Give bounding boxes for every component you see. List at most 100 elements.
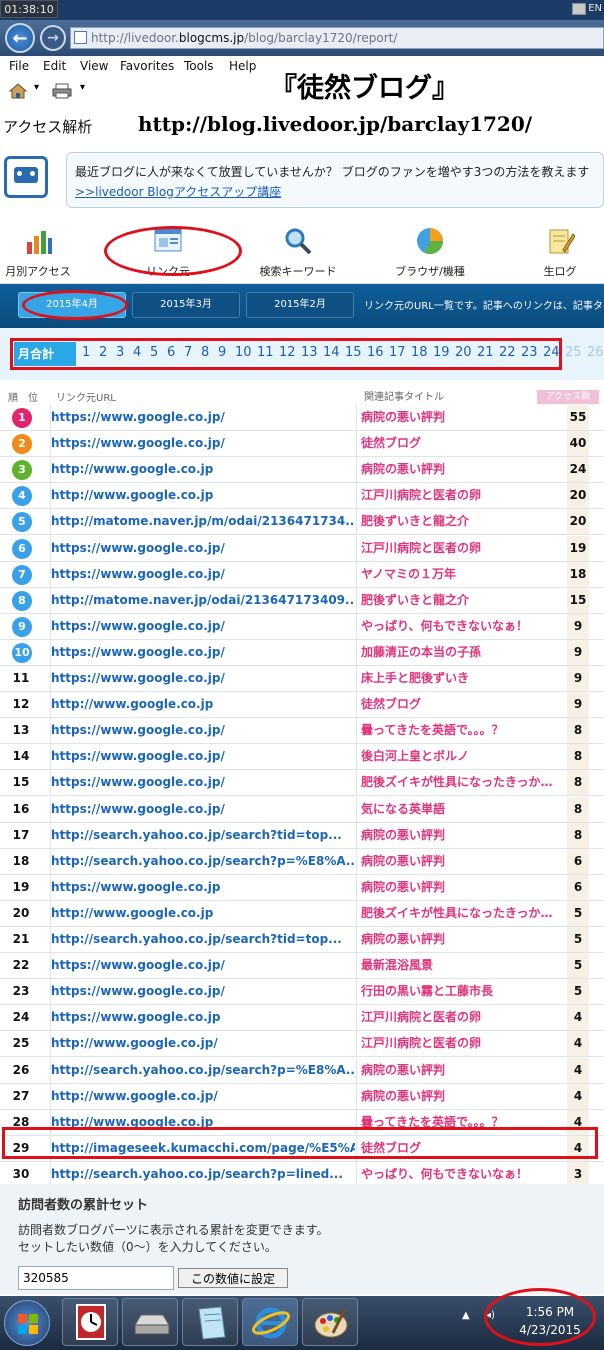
print-icon[interactable]	[52, 83, 72, 99]
table-row: 26 http://search.yahoo.co.jp/search?p=%E8…	[0, 1058, 604, 1084]
print-dropdown-icon[interactable]: ▾	[80, 82, 85, 93]
tab-search-keywords[interactable]: 検索キーワード	[256, 222, 340, 282]
row-article-title[interactable]: 肥後ズイキが性具になったきっか…	[356, 901, 566, 926]
row-referrer-url[interactable]: https://www.google.co.jp/	[50, 770, 355, 795]
row-referrer-url[interactable]: https://www.google.co.jp/	[50, 666, 355, 691]
table-row: 12 http://www.google.co.jp 徒然ブログ 9	[0, 692, 604, 718]
annotation-circle-referrer	[104, 226, 242, 276]
taskbar-ie-app[interactable]	[242, 1298, 298, 1346]
visitor-count-input[interactable]	[18, 1266, 174, 1290]
url-input[interactable]: http://livedoor.blogcms.jp/blog/barclay1…	[70, 27, 604, 49]
row-article-title[interactable]: 江戸川病院と医者の卵	[356, 1031, 566, 1056]
rank-badge-icon: 9	[12, 617, 32, 637]
row-article-title[interactable]: 後白河上皇とボルノ	[356, 744, 566, 769]
row-referrer-url[interactable]: http://matome.naver.jp/m/odai/2136471734…	[50, 509, 355, 534]
row-article-title[interactable]: やっぱり、何もできないなぁ！	[356, 614, 566, 639]
row-article-title[interactable]: 病院の悪い評判	[356, 1058, 566, 1083]
row-referrer-url[interactable]: http://www.google.co.jp/	[50, 1084, 355, 1109]
row-article-title[interactable]: 肥後ずいきと龍之介	[356, 509, 566, 534]
row-article-title[interactable]: 加藤清正の本当の子孫	[356, 640, 566, 665]
taskbar-drive-app[interactable]	[122, 1298, 178, 1346]
set-value-button[interactable]: この数値に設定	[178, 1268, 288, 1288]
row-referrer-url[interactable]: https://www.google.co.jp/	[50, 953, 355, 978]
notepad-pencil-icon	[549, 229, 576, 254]
row-referrer-url[interactable]: http://matome.naver.jp/odai/213647173409…	[50, 588, 355, 613]
row-referrer-url[interactable]: https://www.google.co.jp/	[50, 797, 355, 822]
row-rank: 20	[12, 906, 30, 920]
blog-robot-icon	[4, 156, 48, 198]
row-article-title[interactable]: 病院の悪い評判	[356, 457, 566, 482]
row-referrer-url[interactable]: http://search.yahoo.co.jp/search?tid=top…	[50, 823, 355, 848]
row-referrer-url[interactable]: https://www.google.co.jp	[50, 875, 355, 900]
taskbar-clock-app[interactable]	[62, 1298, 118, 1346]
start-button[interactable]	[4, 1300, 50, 1346]
row-article-title[interactable]: 病院の悪い評判	[356, 927, 566, 952]
tab-monthly-access[interactable]: 月別アクセス	[2, 222, 74, 282]
row-referrer-url[interactable]: https://www.google.co.jp/	[50, 744, 355, 769]
menu-tools[interactable]: Tools	[184, 59, 214, 73]
row-article-title[interactable]: 病院の悪い評判	[356, 405, 566, 430]
row-referrer-url[interactable]: http://www.google.co.jp	[50, 901, 355, 926]
url-domain: blogcms.jp	[178, 31, 245, 45]
row-referrer-url[interactable]: https://www.google.co.jp/	[50, 718, 355, 743]
row-article-title[interactable]: 気になる英単語	[356, 797, 566, 822]
row-article-title[interactable]: 病院の悪い評判	[356, 823, 566, 848]
row-referrer-url[interactable]: https://www.google.co.jp/	[50, 979, 355, 1004]
row-referrer-url[interactable]: https://www.google.co.jp/	[50, 640, 355, 665]
row-article-title[interactable]: ヤノマミの１万年	[356, 562, 566, 587]
taskbar-paint-app[interactable]	[302, 1298, 358, 1346]
row-article-title[interactable]: 曇ってきたを英語で。。。？	[356, 718, 566, 743]
month-tab-2015-02[interactable]: 2015年2月	[246, 292, 354, 318]
home-dropdown-icon[interactable]: ▾	[34, 82, 39, 93]
row-referrer-url[interactable]: https://www.google.co.jp/	[50, 562, 355, 587]
back-button[interactable]: ←	[5, 23, 35, 53]
forward-button[interactable]: →	[40, 25, 66, 51]
menu-help[interactable]: Help	[229, 59, 256, 73]
row-referrer-url[interactable]: https://www.google.co.jp/	[50, 431, 355, 456]
row-article-title[interactable]: 肥後ズイキが性具になったきっか…	[356, 770, 566, 795]
menu-view[interactable]: View	[80, 59, 108, 73]
tray-expand-icon[interactable]: ▲	[462, 1310, 470, 1321]
row-article-title[interactable]: 江戸川病院と医者の卵	[356, 1005, 566, 1030]
row-article-title[interactable]: 病院の悪い評判	[356, 875, 566, 900]
home-icon[interactable]	[8, 82, 28, 100]
language-indicator[interactable]: EN	[568, 0, 602, 18]
menu-favorites[interactable]: Favorites	[120, 59, 174, 73]
rank-badge-icon: 2	[12, 434, 32, 454]
row-article-title[interactable]: 江戸川病院と医者の卵	[356, 536, 566, 561]
row-article-title[interactable]: 徒然ブログ	[356, 692, 566, 717]
row-article-title[interactable]: 徒然ブログ	[356, 431, 566, 456]
rank-badge-icon: 5	[12, 512, 32, 532]
row-referrer-url[interactable]: https://www.google.co.jp/	[50, 536, 355, 561]
row-article-title[interactable]: 肥後ずいきと龍之介	[356, 588, 566, 613]
tab-browser-device[interactable]: ブラウザ/機種	[388, 222, 472, 282]
row-referrer-url[interactable]: http://www.google.co.jp	[50, 457, 355, 482]
table-row: 9 https://www.google.co.jp/やっぱり、何もできないなぁ！…	[0, 614, 604, 640]
row-referrer-url[interactable]: http://search.yahoo.co.jp/search?p=%E8%A…	[50, 1058, 355, 1083]
row-access-count: 4	[567, 1058, 589, 1083]
row-referrer-url[interactable]: https://www.google.co.jp	[50, 1005, 355, 1030]
row-article-title[interactable]: 行田の黒い霧と工藤市長	[356, 979, 566, 1004]
month-tab-2015-03[interactable]: 2015年3月	[132, 292, 240, 318]
row-referrer-url[interactable]: https://www.google.co.jp/	[50, 405, 355, 430]
promo-link[interactable]: >>livedoor Blogアクセスアップ講座	[75, 183, 603, 200]
row-referrer-url[interactable]: http://www.google.co.jp/	[50, 1031, 355, 1056]
row-article-title[interactable]: 病院の悪い評判	[356, 1084, 566, 1109]
row-referrer-url[interactable]: http://search.yahoo.co.jp/search?p=%E8%A…	[50, 849, 355, 874]
row-referrer-url[interactable]: http://www.google.co.jp	[50, 483, 355, 508]
menu-file[interactable]: File	[9, 59, 29, 73]
taskbar-notepad-app[interactable]	[182, 1298, 238, 1346]
visitor-count-heading: 訪問者数の累計セット	[18, 1198, 149, 1213]
tab-raw-log[interactable]: 生ログ	[526, 222, 594, 282]
row-referrer-url[interactable]: http://search.yahoo.co.jp/search?tid=top…	[50, 927, 355, 952]
row-referrer-url[interactable]: http://www.google.co.jp	[50, 692, 355, 717]
visitor-count-instruction: セットしたい数値（0～）を入力してください。	[18, 1240, 277, 1254]
row-referrer-url[interactable]: https://www.google.co.jp/	[50, 614, 355, 639]
row-article-title[interactable]: 病院の悪い評判	[356, 849, 566, 874]
row-access-count: 6	[567, 849, 589, 874]
row-article-title[interactable]: 床上手と肥後ずいき	[356, 666, 566, 691]
table-row: 14 https://www.google.co.jp/後白河上皇とボルノ 8	[0, 744, 604, 770]
menu-edit[interactable]: Edit	[43, 59, 66, 73]
row-article-title[interactable]: 江戸川病院と医者の卵	[356, 483, 566, 508]
row-article-title[interactable]: 最新混浴風景	[356, 953, 566, 978]
